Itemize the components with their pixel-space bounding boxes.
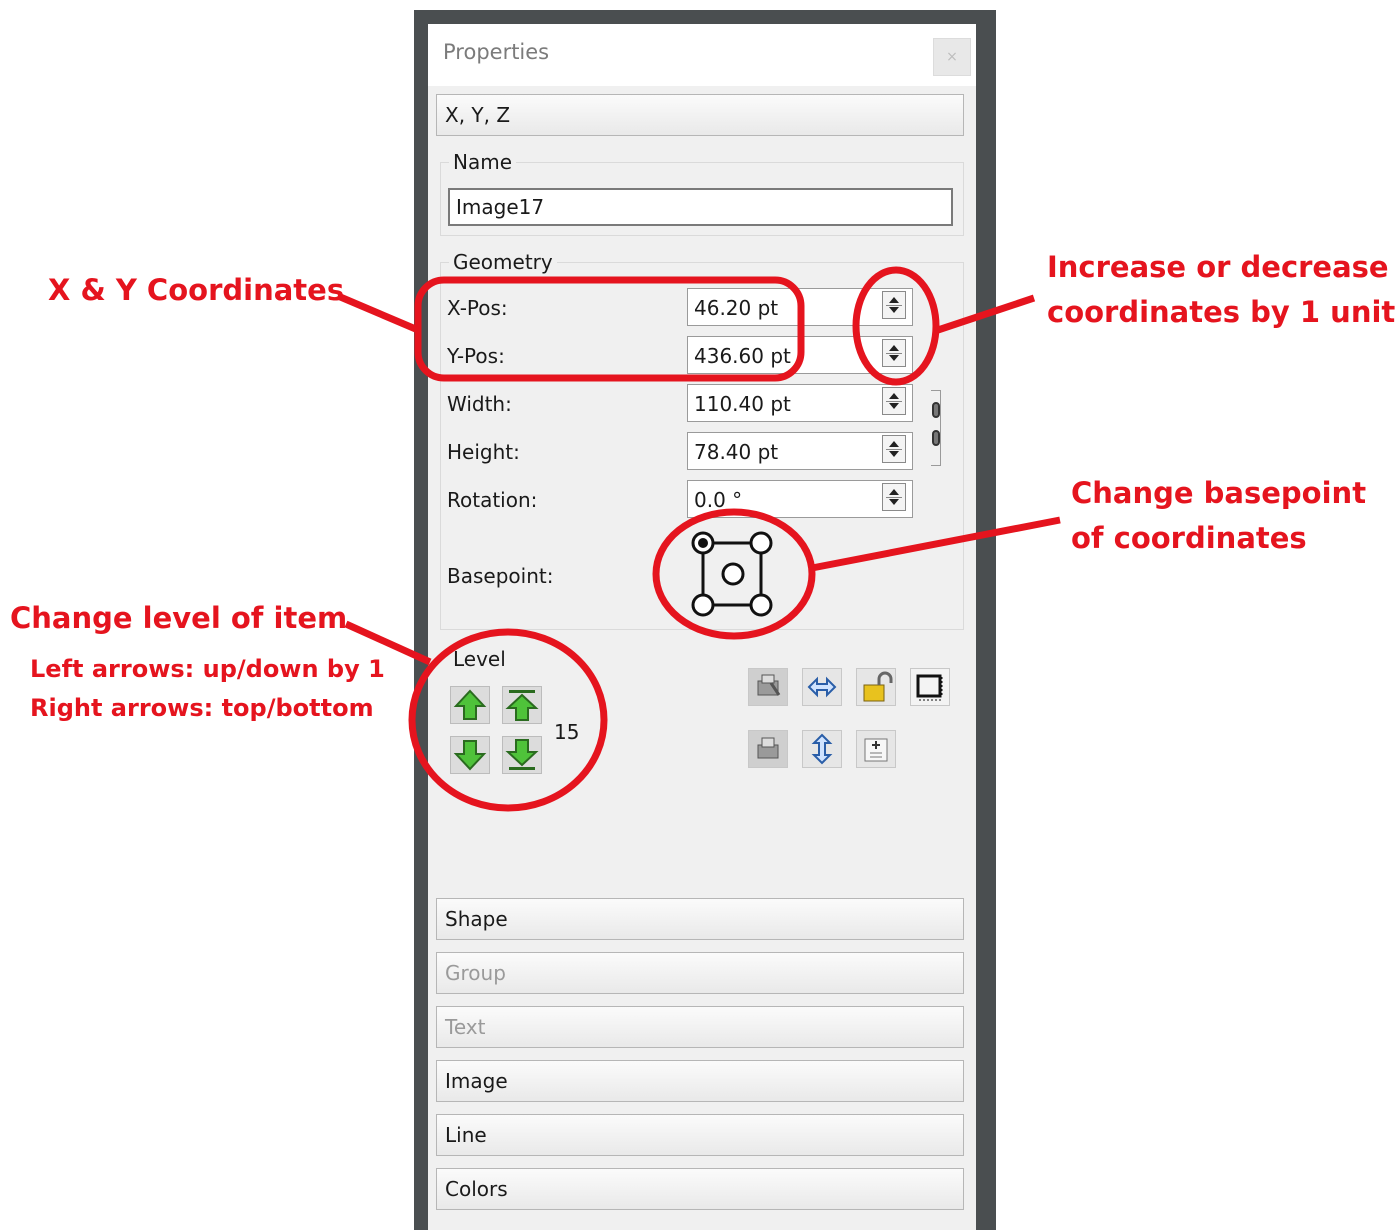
stepper-divider	[886, 449, 902, 450]
no-print-button[interactable]	[748, 668, 788, 706]
name-group-label: Name	[449, 150, 517, 174]
printer-disabled-icon	[757, 674, 781, 696]
annotation-increase-line2: coordinates by 1 unit	[1047, 295, 1396, 329]
section-group[interactable]: Group	[436, 952, 964, 994]
level-value: 15	[554, 720, 580, 744]
stepper-divider	[886, 401, 902, 402]
y-pos-value[interactable]: 436.60 pt	[694, 337, 791, 375]
section-shape[interactable]: Shape	[436, 898, 964, 940]
size-lock-button[interactable]	[910, 668, 950, 706]
frame-size-icon	[916, 674, 943, 701]
stepper-down-icon[interactable]	[889, 451, 899, 457]
height-label: Height:	[447, 440, 520, 464]
height-value[interactable]: 78.40 pt	[694, 433, 778, 471]
width-field[interactable]: 110.40 pt	[687, 384, 913, 422]
basepoint-bottom-right[interactable]	[749, 593, 773, 617]
section-text[interactable]: Text	[436, 1006, 964, 1048]
basepoint-label: Basepoint:	[447, 564, 554, 588]
unlock-icon	[863, 671, 893, 702]
lock-button[interactable]	[856, 668, 896, 706]
level-up-button[interactable]	[450, 686, 490, 724]
edit-content-button[interactable]	[856, 730, 896, 768]
flip-horizontal-button[interactable]	[802, 668, 842, 706]
stepper-divider	[886, 497, 902, 498]
stepper-divider	[886, 353, 902, 354]
arrow-top-icon	[505, 690, 539, 721]
stepper-down-icon[interactable]	[889, 499, 899, 505]
height-stepper[interactable]	[882, 435, 906, 463]
level-group-label: Level	[449, 647, 510, 671]
chain-link-icon[interactable]	[932, 430, 940, 446]
x-pos-value[interactable]: 46.20 pt	[694, 289, 778, 327]
stepper-up-icon[interactable]	[889, 345, 899, 351]
y-pos-field[interactable]: 436.60 pt	[687, 336, 913, 374]
section-colors[interactable]: Colors	[436, 1168, 964, 1210]
basepoint-center[interactable]	[721, 562, 745, 586]
edit-icon	[864, 738, 888, 762]
flip-vertical-button[interactable]	[802, 730, 842, 768]
width-label: Width:	[447, 392, 512, 416]
arrow-down-icon	[453, 740, 487, 771]
width-stepper[interactable]	[882, 387, 906, 415]
annotation-level-line1: Left arrows: up/down by 1	[30, 655, 385, 683]
name-input[interactable]: Image17	[448, 188, 953, 226]
stepper-down-icon[interactable]	[889, 403, 899, 409]
rotation-value[interactable]: 0.0 °	[694, 481, 742, 519]
xy-pointer-line	[336, 292, 420, 334]
tab-xyz[interactable]: X, Y, Z	[436, 94, 964, 136]
height-field[interactable]: 78.40 pt	[687, 432, 913, 470]
x-pos-label: X-Pos:	[447, 296, 508, 320]
geometry-group-label: Geometry	[449, 250, 557, 274]
stepper-up-icon[interactable]	[889, 297, 899, 303]
stepper-up-icon[interactable]	[889, 393, 899, 399]
x-pos-field[interactable]: 46.20 pt	[687, 288, 913, 326]
flip-vertical-icon	[811, 733, 833, 765]
y-pos-label: Y-Pos:	[447, 344, 505, 368]
width-value[interactable]: 110.40 pt	[694, 385, 791, 423]
basepoint-selected-dot	[698, 538, 708, 548]
arrow-up-icon	[453, 689, 487, 720]
stepper-up-icon[interactable]	[889, 441, 899, 447]
annotation-basepoint-line2: of coordinates	[1071, 521, 1307, 555]
level-down-button[interactable]	[450, 736, 490, 774]
flip-horizontal-icon	[807, 676, 837, 698]
arrow-bottom-icon	[505, 739, 539, 770]
level-top-button[interactable]	[502, 686, 542, 724]
rotation-field[interactable]: 0.0 °	[687, 480, 913, 518]
basepoint-bottom-left[interactable]	[691, 593, 715, 617]
section-image[interactable]: Image	[436, 1060, 964, 1102]
stepper-divider	[886, 305, 902, 306]
annotation-xy: X & Y Coordinates	[48, 273, 345, 307]
section-line[interactable]: Line	[436, 1114, 964, 1156]
rotation-stepper[interactable]	[882, 483, 906, 511]
annotation-level-title: Change level of item	[10, 601, 348, 635]
printer-icon	[757, 737, 779, 759]
print-toggle-button[interactable]	[748, 730, 788, 768]
basepoint-selector[interactable]	[682, 524, 786, 628]
stepper-down-icon[interactable]	[889, 307, 899, 313]
basepoint-top-right[interactable]	[749, 531, 773, 555]
annotation-increase-line1: Increase or decrease	[1047, 250, 1389, 284]
close-button[interactable]: ×	[933, 38, 971, 76]
rotation-label: Rotation:	[447, 488, 538, 512]
chain-link-icon[interactable]	[932, 402, 940, 418]
level-bottom-button[interactable]	[502, 736, 542, 774]
stepper-down-icon[interactable]	[889, 355, 899, 361]
stepper-up-icon[interactable]	[889, 489, 899, 495]
x-pos-stepper[interactable]	[882, 291, 906, 319]
panel-title: Properties	[443, 40, 550, 64]
annotation-basepoint-line1: Change basepoint	[1071, 476, 1367, 510]
y-pos-stepper[interactable]	[882, 339, 906, 367]
annotation-level-line2: Right arrows: top/bottom	[30, 694, 374, 722]
